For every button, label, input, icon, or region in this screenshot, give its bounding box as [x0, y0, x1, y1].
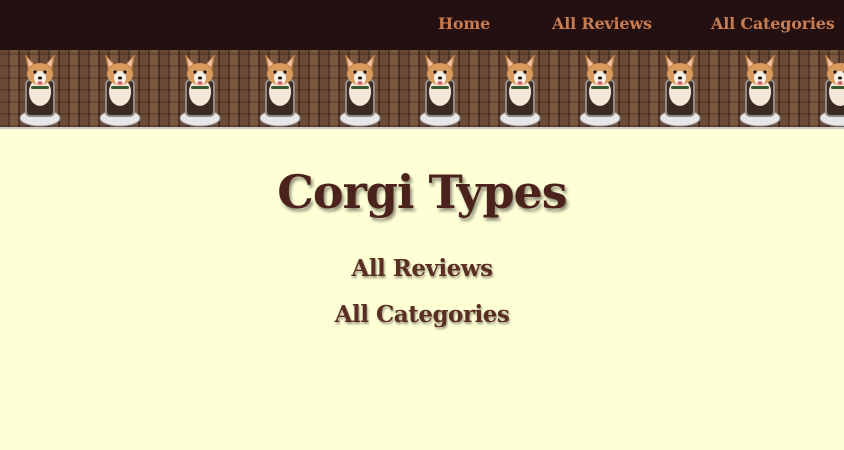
- corgi-tile-image: [339, 54, 381, 127]
- corgi-tile-image: [499, 54, 541, 127]
- corgi-tile-image: [179, 54, 221, 127]
- corgi-tile-image: [259, 54, 301, 127]
- corgi-tile-image: [419, 54, 461, 127]
- corgi-banner-image: [0, 50, 844, 129]
- corgi-tile-image: [659, 54, 701, 127]
- corgi-tile-image: [819, 54, 844, 127]
- nav-all-reviews-link[interactable]: All Reviews: [552, 14, 652, 33]
- all-categories-link[interactable]: All Categories: [0, 301, 844, 328]
- corgi-tile-image: [99, 54, 141, 127]
- nav-all-categories-link[interactable]: All Categories: [711, 14, 835, 33]
- all-reviews-link[interactable]: All Reviews: [0, 255, 844, 282]
- corgi-tile-image: [579, 54, 621, 127]
- top-navigation-bar: Home All Reviews All Categories: [0, 0, 844, 50]
- page-title: Corgi Types: [277, 165, 567, 219]
- nav-home-link[interactable]: Home: [438, 14, 490, 33]
- corgi-tile-image: [19, 54, 61, 127]
- corgi-tile-image: [739, 54, 781, 127]
